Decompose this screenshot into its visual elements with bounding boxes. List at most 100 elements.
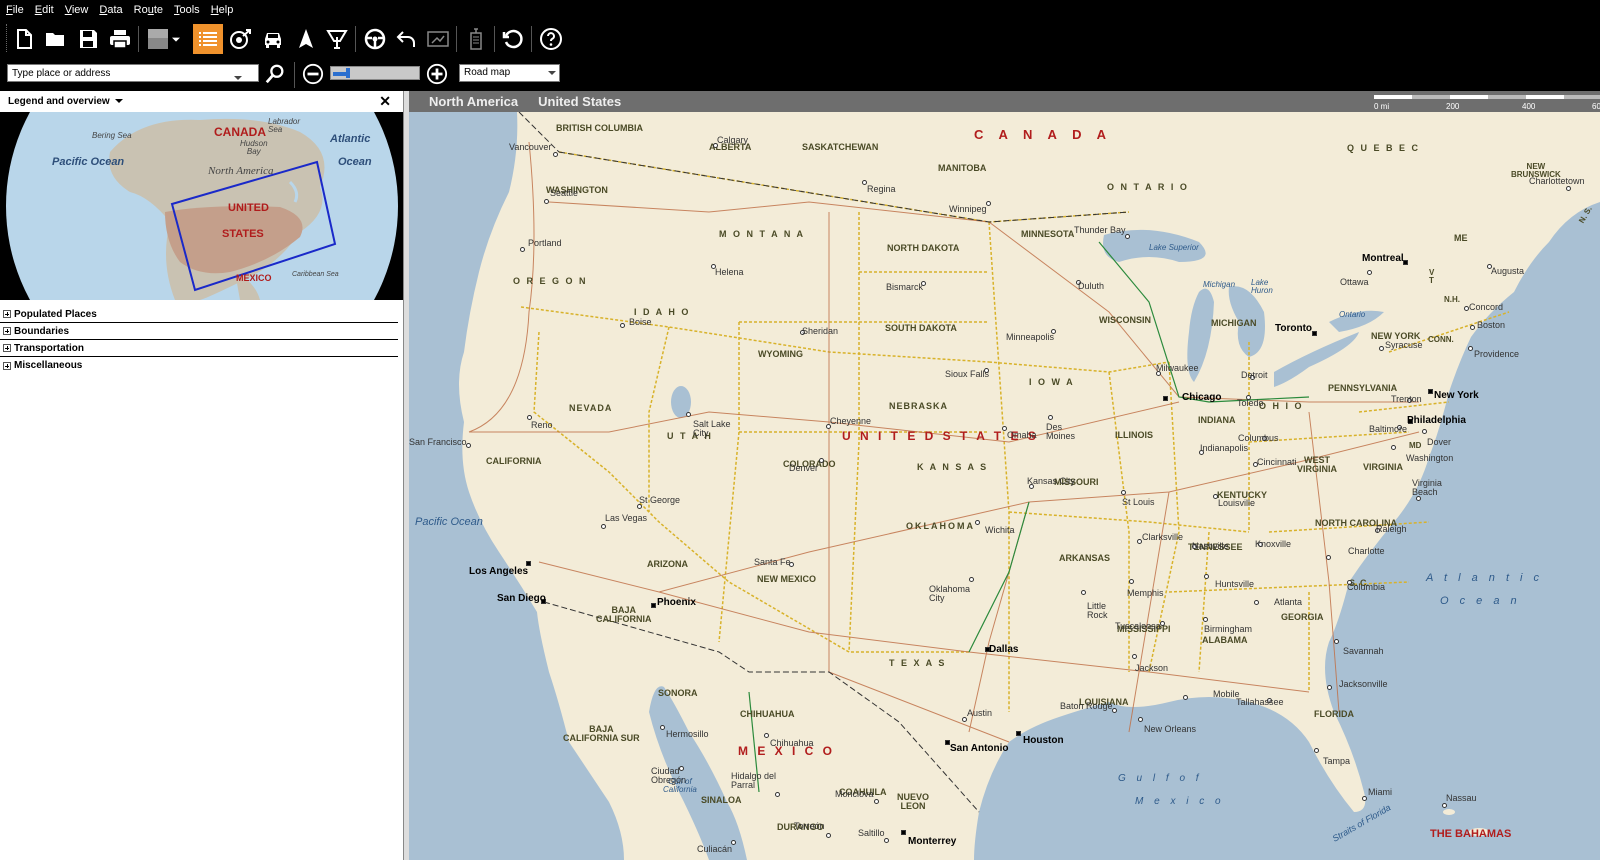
city-label-virginia-beach[interactable]: Virginia Beach (1412, 479, 1442, 497)
city-label-jackson[interactable]: Jackson (1135, 664, 1168, 673)
city-label-nassau[interactable]: Nassau (1446, 794, 1477, 803)
city-marker[interactable] (686, 412, 691, 417)
city-label-detroit[interactable]: Detroit (1241, 371, 1268, 380)
city-label-memphis[interactable]: Memphis (1127, 589, 1164, 598)
city-marker[interactable] (1334, 639, 1339, 644)
city-label-reno[interactable]: Reno (531, 421, 553, 430)
city-label-san-francisco[interactable]: San Francisco (409, 438, 467, 447)
expand-icon[interactable] (3, 310, 11, 318)
city-marker[interactable] (1121, 490, 1126, 495)
city-label-cheyenne[interactable]: Cheyenne (830, 417, 871, 426)
city-label-hermosillo[interactable]: Hermosillo (666, 730, 709, 739)
city-label-new-york[interactable]: New York (1434, 391, 1479, 401)
city-marker[interactable] (1183, 695, 1188, 700)
steering-wheel-icon[interactable] (360, 24, 390, 54)
overview-map[interactable]: CANADA Labrador Sea Bering Sea Hudson Ba… (0, 112, 403, 300)
city-label-chihuahua[interactable]: Chihuahua (770, 739, 814, 748)
city-label-monclova[interactable]: Monclova (835, 790, 874, 799)
zoom-out-icon[interactable] (301, 62, 325, 86)
city-label-bismarck[interactable]: Bismarck (886, 283, 923, 292)
city-label-boston[interactable]: Boston (1477, 321, 1505, 330)
city-marker[interactable] (1470, 325, 1475, 330)
gps-icon[interactable] (322, 24, 352, 54)
city-label-seattle[interactable]: Seattle (550, 189, 578, 198)
city-label-austin[interactable]: Austin (967, 709, 992, 718)
save-icon[interactable] (73, 24, 103, 54)
navigate-arrow-icon[interactable] (291, 24, 321, 54)
city-label-charlottetown[interactable]: Charlottetown (1529, 177, 1585, 186)
city-marker[interactable] (1442, 803, 1447, 808)
city-marker[interactable] (601, 524, 606, 529)
city-marker[interactable] (1016, 731, 1021, 736)
city-marker[interactable] (1203, 617, 1208, 622)
city-marker[interactable] (466, 443, 471, 448)
device-sync-icon[interactable] (461, 24, 491, 54)
expand-icon[interactable] (3, 344, 11, 352)
city-marker[interactable] (620, 323, 625, 328)
city-marker[interactable] (1048, 415, 1053, 420)
city-label-columbia[interactable]: Columbia (1347, 583, 1385, 592)
city-label-birmingham[interactable]: Birmingham (1204, 625, 1252, 634)
city-marker[interactable] (1129, 579, 1134, 584)
city-label-sheridan[interactable]: Sheridan (802, 327, 838, 336)
export-icon[interactable] (423, 24, 453, 54)
city-marker[interactable] (1327, 685, 1332, 690)
city-label-kansas-city[interactable]: Kansas City (1027, 477, 1075, 486)
city-label-st-george[interactable]: St George (639, 496, 680, 505)
city-label-dover[interactable]: Dover (1427, 438, 1451, 447)
city-label-cincinnati[interactable]: Cincinnati (1257, 458, 1297, 467)
city-label-concord[interactable]: Concord (1469, 303, 1503, 312)
city-marker[interactable] (544, 199, 549, 204)
city-label-des-moines[interactable]: Des Moines (1046, 423, 1075, 441)
city-label-charlotte[interactable]: Charlotte (1348, 547, 1385, 556)
city-label-st-louis[interactable]: St Louis (1122, 498, 1155, 507)
chevron-down-icon[interactable] (168, 24, 184, 54)
city-label-tuscaloosa[interactable]: Tuscaloosa (1115, 622, 1161, 631)
city-label-helena[interactable]: Helena (715, 268, 744, 277)
city-label-calgary[interactable]: Calgary (717, 136, 748, 145)
zoom-slider[interactable] (330, 66, 420, 80)
menu-edit[interactable]: Edit (35, 4, 54, 16)
city-marker[interactable] (660, 725, 665, 730)
city-label-little-rock[interactable]: Little Rock (1087, 602, 1108, 620)
city-label-toledo[interactable]: Toledo (1237, 399, 1264, 408)
menu-view[interactable]: View (65, 4, 89, 16)
city-label-trenton[interactable]: Trenton (1391, 395, 1422, 404)
city-marker[interactable] (826, 833, 831, 838)
city-label-tampa[interactable]: Tampa (1323, 757, 1350, 766)
undo-icon[interactable] (498, 24, 528, 54)
city-marker[interactable] (1204, 574, 1209, 579)
route-planner-icon[interactable] (226, 24, 256, 54)
map-style-select[interactable]: Road map (459, 64, 560, 82)
city-label-toronto[interactable]: Toronto (1275, 324, 1312, 334)
city-marker[interactable] (1428, 389, 1433, 394)
menu-route[interactable]: Route (134, 4, 163, 16)
city-label-dallas[interactable]: Dallas (989, 645, 1018, 655)
city-label-regina[interactable]: Regina (867, 185, 896, 194)
city-label-louisville[interactable]: Louisville (1218, 499, 1255, 508)
tree-item-miscellaneous[interactable]: Miscellaneous (0, 357, 398, 374)
search-icon[interactable] (263, 62, 287, 86)
city-label-ottawa[interactable]: Ottawa (1340, 278, 1369, 287)
city-label-boise[interactable]: Boise (629, 318, 652, 327)
city-label-providence[interactable]: Providence (1474, 350, 1519, 359)
city-label-denver[interactable]: Denver (789, 464, 818, 473)
city-marker[interactable] (651, 603, 656, 608)
city-label-wichita[interactable]: Wichita (985, 526, 1015, 535)
city-label-baton-rouge[interactable]: Baton Rouge (1060, 702, 1113, 711)
city-label-augusta[interactable]: Augusta (1491, 267, 1524, 276)
city-marker[interactable] (874, 799, 879, 804)
city-label-raleigh[interactable]: Raleigh (1376, 525, 1407, 534)
city-marker[interactable] (1138, 717, 1143, 722)
city-label-san-antonio[interactable]: San Antonio (950, 744, 1009, 754)
city-label-indianapolis[interactable]: Indianapolis (1200, 444, 1248, 453)
city-label-clarksville[interactable]: Clarksville (1142, 533, 1183, 542)
city-label-savannah[interactable]: Savannah (1343, 647, 1384, 656)
close-icon[interactable]: ✕ (379, 93, 391, 110)
expand-icon[interactable] (3, 327, 11, 335)
city-marker[interactable] (1112, 708, 1117, 713)
city-label-culiacan[interactable]: Culiacán (697, 845, 732, 854)
city-label-nashville[interactable]: Nashville (1192, 542, 1229, 551)
city-marker[interactable] (975, 520, 980, 525)
city-label-monterrey[interactable]: Monterrey (908, 837, 956, 847)
